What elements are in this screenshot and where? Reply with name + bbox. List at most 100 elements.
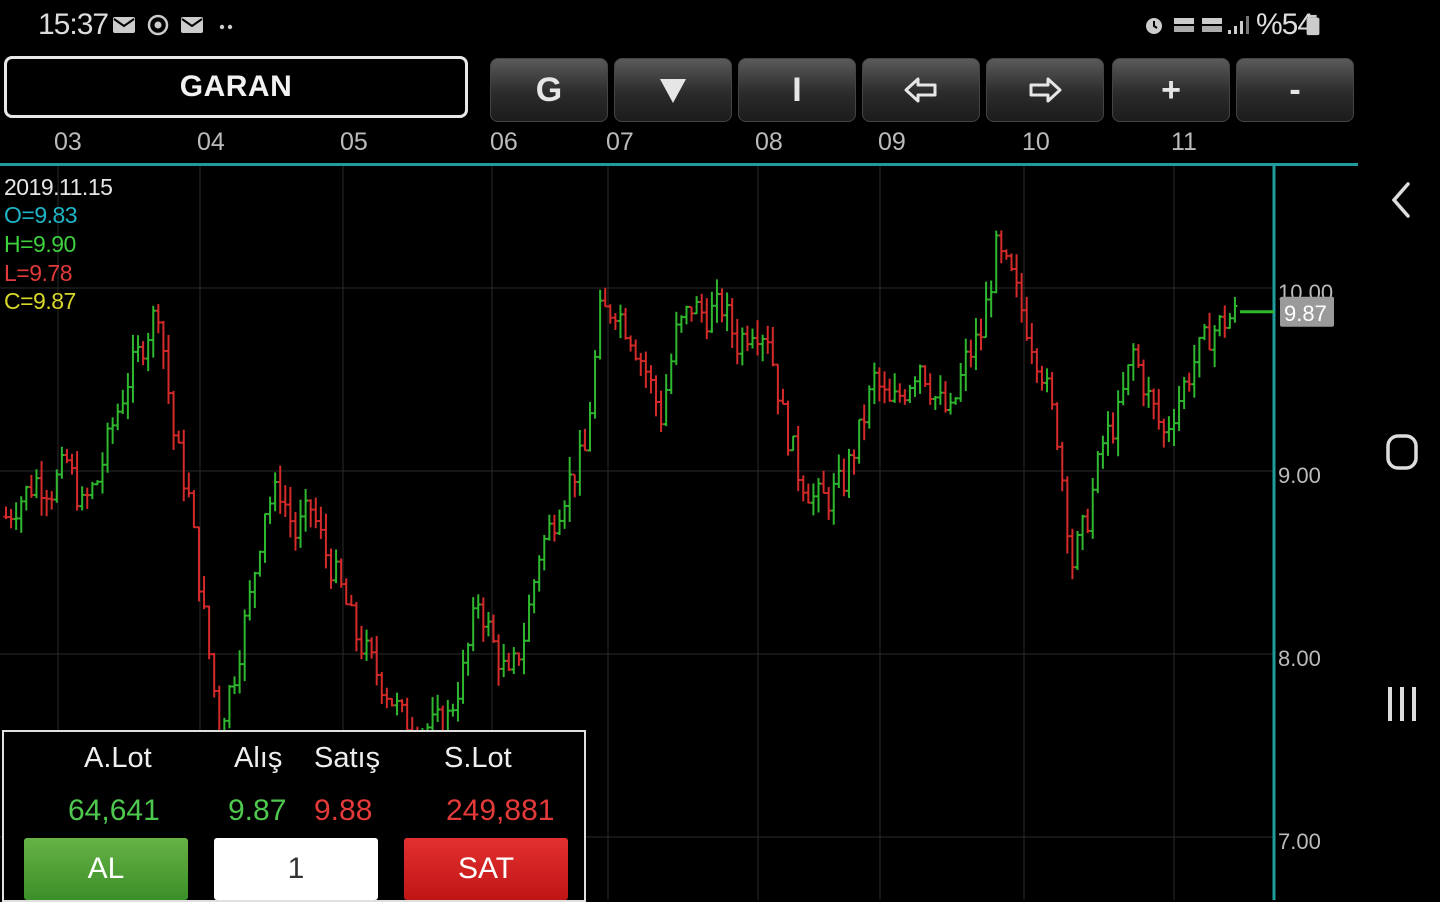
ohlc-bar [993,230,999,294]
quantity-input[interactable] [214,838,378,900]
ohlc-bar [1161,418,1167,448]
ohlc-bar [1054,402,1060,451]
ohlc-low: L=9.78 [4,260,73,286]
ohlc-bar [277,465,283,514]
ohlc-bar [1074,530,1080,570]
x-tick-label: 08 [755,128,783,156]
ohlc-bar [775,363,781,415]
ohlc-bar [115,403,121,431]
ohlc-bar [1196,336,1202,378]
chart-type-button[interactable] [614,58,732,122]
ohlc-bar [1125,364,1131,396]
ohlc-bar [394,692,400,716]
ohlc-bar [597,289,603,360]
ohlc-bar [643,351,649,388]
ohlc-bar [44,489,50,517]
ohlc-bar [678,315,684,333]
ohlc-bar [1146,376,1152,408]
x-tick-label: 11 [1171,128,1197,156]
ohlc-bar [13,502,19,530]
ohlc-bar [729,298,735,348]
ohlc-bar [105,422,111,473]
ohlc-bar [521,622,527,675]
ohlc-bar [1130,343,1136,381]
ohlc-bar [1090,477,1096,539]
ohlc-bar [186,472,192,498]
ohlc-bar [968,339,974,368]
period-g-button[interactable]: G [490,58,608,122]
ohlc-bar [724,292,730,332]
ohlc-bar [658,390,664,433]
ohlc-bar [191,490,197,529]
ohlc-bar [907,384,913,403]
ohlc-bar [567,456,573,522]
ohlc-bar [1044,368,1050,393]
x-tick-label: 09 [878,128,906,156]
back-icon[interactable] [1380,178,1424,222]
y-tick-label: 8.00 [1278,646,1321,671]
ohlc-bar [18,496,24,533]
scroll-left-button[interactable] [862,58,980,122]
ohlc-bar [242,609,248,682]
ohlc-bar [861,404,867,441]
x-tick-label: 10 [1022,128,1050,156]
ohlc-bar [998,230,1004,264]
ohlc-bar [816,478,822,513]
zoom-in-button[interactable]: + [1112,58,1230,122]
ohlc-bar [3,506,9,520]
ohlc-bar [1034,348,1040,383]
ohlc-bar [196,526,202,602]
indicator-button[interactable]: I [738,58,856,122]
ohlc-bar [23,485,29,511]
ohlc-bar [171,390,177,450]
ohlc-bar [333,549,339,584]
ohlc-bar [1059,441,1065,492]
ohlc-bar [176,430,182,444]
sell-button[interactable]: SAT [404,838,568,900]
scroll-right-button[interactable] [986,58,1104,122]
ohlc-bar [252,571,258,609]
ohlc-bar [1115,390,1121,457]
mail-icon [113,17,135,33]
ohlc-bar [39,460,45,516]
ohlc-bar [623,307,629,340]
ohlc-bar [125,373,131,420]
ohlc-bar [1049,372,1055,410]
ohlc-bar [1105,411,1111,456]
ohlc-bar [1120,371,1126,406]
ohlc-bar [648,365,654,394]
zoom-out-button[interactable]: - [1236,58,1354,122]
buy-lot-header: A.Lot [84,742,152,774]
ohlc-bar [638,352,644,376]
ohlc-bar [506,652,512,672]
ohlc-bar [628,335,634,352]
ohlc-bar [531,579,537,614]
ohlc-bar [689,305,695,322]
ohlc-bar [668,353,674,395]
ohlc-bar [1166,416,1172,443]
ohlc-bar [272,472,278,512]
ohlc-bar [912,376,918,397]
ohlc-bar [1186,372,1192,392]
signal-icon [1228,16,1249,34]
ohlc-bar [475,594,481,619]
ohlc-bar [1201,324,1207,341]
symbol-selector[interactable]: GARAN [4,56,468,118]
ohlc-bar [557,509,563,536]
ohlc-bar [755,320,761,356]
ohlc-bar [94,480,100,486]
ohlc-bar [673,311,679,366]
ohlc-bar [810,483,816,516]
order-panel: A.Lot Alış Satış S.Lot 64,641 9.87 9.88 … [2,730,586,902]
ohlc-bar [826,487,832,520]
ohlc-bar [871,362,877,405]
ohlc-bar [887,378,893,402]
ohlc-bar [1069,528,1075,580]
more-dots-icon [219,24,233,30]
ohlc-bar [99,452,105,494]
ohlc-bar [831,473,837,525]
home-icon[interactable] [1380,430,1424,474]
buy-button[interactable]: AL [24,838,188,900]
ohlc-bar [1207,312,1213,351]
recents-icon[interactable] [1380,683,1424,727]
